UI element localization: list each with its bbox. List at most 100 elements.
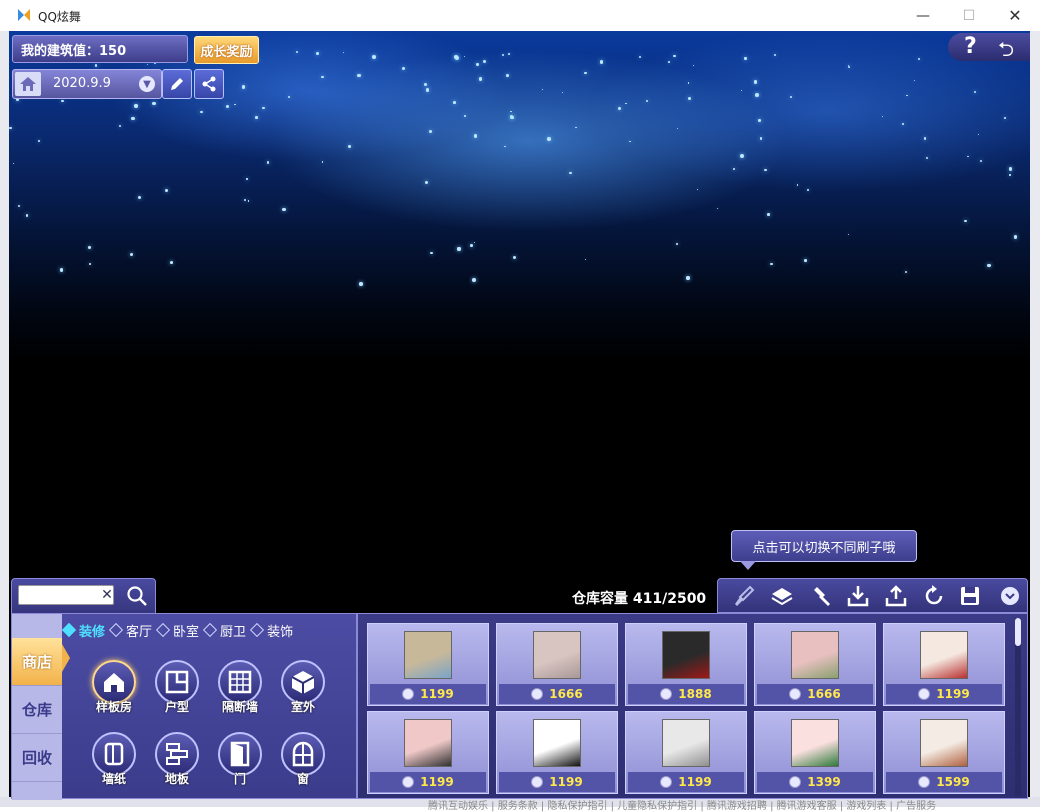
search-button[interactable] (124, 583, 150, 609)
tab-shop[interactable]: 商店 (12, 638, 62, 686)
home-icon[interactable] (15, 72, 41, 96)
star-sparkle (9, 126, 12, 130)
side-tabs: 商店 仓库 回收 (12, 614, 62, 800)
build-value-label: 我的建筑值：150 (21, 43, 127, 59)
catalog-icon-window[interactable]: 窗 (276, 732, 330, 792)
catalog-icon-floor-plan[interactable]: 户型 (150, 660, 204, 720)
clear-search-button[interactable]: ✕ (98, 586, 116, 604)
shop-item-card[interactable]: 1666 (496, 623, 618, 706)
item-thumbnail (920, 631, 968, 679)
item-price: 1399 (757, 772, 873, 792)
category-tab[interactable]: 客厅 (108, 621, 152, 640)
growth-reward-button[interactable]: 成长奖励 (194, 36, 259, 64)
star-sparkle (255, 116, 258, 119)
star-sparkle (130, 253, 134, 257)
star-sparkle (796, 184, 799, 187)
download-icon (847, 586, 869, 607)
category-tab[interactable]: 装修 (61, 621, 105, 640)
shop-item-card[interactable]: 1199 (367, 711, 489, 794)
star-sparkle (741, 89, 743, 91)
star-sparkle (469, 243, 473, 247)
star-sparkle (692, 64, 695, 67)
catalog-icon-wallpaper[interactable]: 墙纸 (87, 732, 141, 792)
search-bar: ✕ (11, 578, 156, 615)
catalog-icon-door[interactable]: 门 (213, 732, 267, 792)
star-sparkle (59, 268, 64, 272)
star-sparkle (342, 51, 345, 53)
edit-button[interactable] (162, 69, 192, 99)
star-sparkle (464, 115, 467, 118)
layer-tool-button[interactable] (768, 583, 796, 609)
shop-item-card[interactable]: 1888 (625, 623, 747, 706)
star-sparkle (924, 137, 927, 140)
brush-tool-button[interactable] (730, 583, 758, 609)
star-sparkle (645, 100, 648, 102)
share-button[interactable] (194, 69, 224, 99)
close-button[interactable]: ✕ (992, 0, 1038, 31)
star-sparkle (241, 85, 245, 89)
maximize-button[interactable]: ☐ (946, 0, 992, 31)
item-price: 1888 (628, 684, 744, 704)
shop-item-card[interactable]: 1199 (367, 623, 489, 706)
item-price: 1666 (757, 684, 873, 704)
tab-recycle[interactable]: 回收 (12, 734, 62, 782)
star-sparkle (357, 74, 361, 78)
catalog-icon-outdoor[interactable]: 室外 (276, 660, 330, 720)
item-thumbnail (662, 631, 710, 679)
star-sparkle (773, 54, 776, 57)
item-thumbnail (791, 719, 839, 767)
catalog-icon-partition-wall[interactable]: 隔断墙 (213, 660, 267, 720)
save-button[interactable] (956, 583, 984, 609)
import-button[interactable] (844, 583, 872, 609)
help-button[interactable]: ? (964, 34, 977, 59)
star-sparkle (321, 161, 324, 163)
scroll-thumb[interactable] (1015, 618, 1021, 646)
star-sparkle (248, 200, 250, 202)
star-sparkle (267, 161, 270, 164)
tab-warehouse[interactable]: 仓库 (12, 686, 62, 734)
undo-button[interactable] (920, 583, 948, 609)
category-tab[interactable]: 卧室 (155, 621, 199, 640)
upload-icon (885, 585, 907, 607)
item-price-value: 1199 (678, 775, 712, 789)
item-price-value: 1199 (936, 687, 970, 701)
star-sparkle (134, 104, 138, 108)
shop-item-card[interactable]: 1599 (883, 711, 1005, 794)
category-tab[interactable]: 装饰 (249, 621, 293, 640)
item-price-value: 1199 (549, 775, 583, 789)
shop-item-card[interactable]: 1399 (754, 711, 876, 794)
star-sparkle (246, 178, 248, 180)
title-bar: QQ炫舞 — ☐ ✕ (0, 0, 1040, 31)
star-sparkle (457, 247, 461, 251)
coin-icon (531, 688, 544, 700)
share-icon (202, 76, 216, 92)
shop-item-card[interactable]: 1199 (883, 623, 1005, 706)
export-button[interactable] (882, 583, 910, 609)
hammer-tool-button[interactable] (806, 583, 834, 609)
star-sparkle (507, 53, 510, 55)
star-sparkle (901, 122, 904, 125)
catalog-icon-floor[interactable]: 地板 (150, 732, 204, 792)
collapse-toolbar-button[interactable] (996, 583, 1024, 609)
catalog-icon-sample-room[interactable]: 样板房 (87, 660, 141, 720)
back-button[interactable]: ⮌ (998, 35, 1014, 69)
diamond-icon (249, 622, 265, 638)
shop-item-card[interactable]: 1199 (625, 711, 747, 794)
star-sparkle (763, 168, 767, 172)
star-sparkle (482, 59, 487, 63)
minimize-button[interactable]: — (900, 0, 946, 31)
item-scrollbar[interactable] (1015, 618, 1021, 796)
shop-item-card[interactable]: 1666 (754, 623, 876, 706)
item-thumbnail (791, 631, 839, 679)
shop-item-card[interactable]: 1199 (496, 711, 618, 794)
catalog-icon-label: 室外 (290, 700, 315, 714)
star-sparkle (372, 54, 376, 59)
category-tab[interactable]: 厨卫 (202, 621, 246, 640)
item-thumbnail (662, 719, 710, 767)
star-sparkle (716, 207, 719, 209)
background-page-right (1030, 31, 1040, 807)
catalog-icon-label: 墙纸 (101, 772, 126, 786)
date-selector[interactable]: 2020.9.9 ▼ (12, 69, 162, 99)
window-title: QQ炫舞 (38, 10, 81, 24)
chevron-down-icon[interactable]: ▼ (139, 76, 155, 92)
